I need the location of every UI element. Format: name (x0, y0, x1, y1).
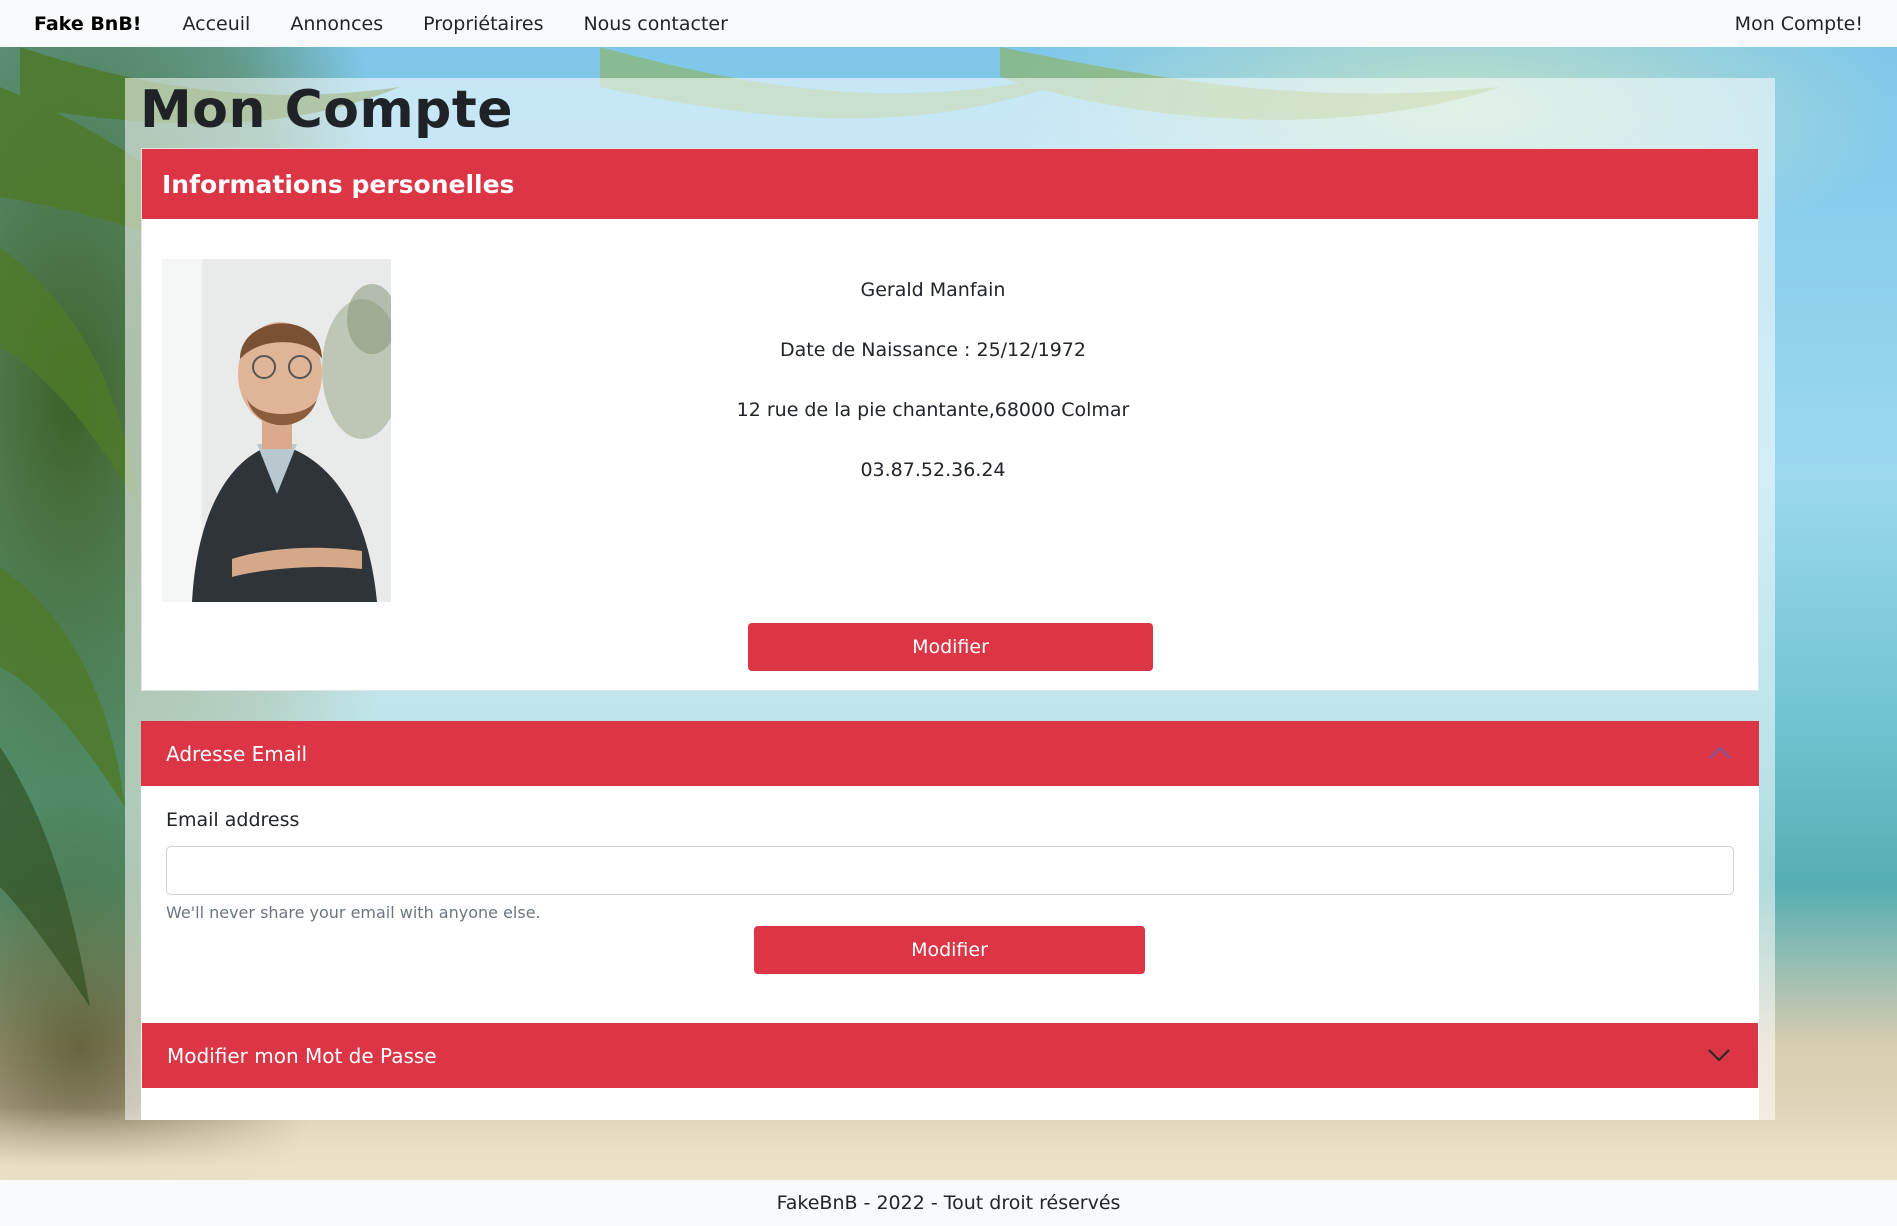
email-help-text: We'll never share your email with anyone… (166, 903, 541, 922)
accordion-header-password[interactable]: Modifier mon Mot de Passe (142, 1023, 1758, 1088)
email-section-title: Adresse Email (166, 741, 308, 766)
accordion-header-email[interactable]: Adresse Email (141, 721, 1759, 786)
email-label: Email address (166, 809, 300, 831)
footer: FakeBnB - 2022 - Tout droit réservés (0, 1180, 1897, 1226)
page-title: Mon Compte (140, 80, 514, 140)
profile-photo (162, 259, 391, 602)
nav-link-nous-contacter[interactable]: Nous contacter (583, 13, 727, 35)
chevron-up-icon (1709, 746, 1731, 759)
email-field[interactable] (166, 846, 1734, 895)
nav-link-mon-compte[interactable]: Mon Compte! (1735, 13, 1863, 35)
nav-link-annonces[interactable]: Annonces (290, 13, 383, 35)
avatar (162, 259, 391, 602)
footer-text: FakeBnB - 2022 - Tout droit réservés (776, 1192, 1121, 1214)
user-address: 12 rue de la pie chantante,68000 Colmar (736, 399, 1130, 421)
user-name: Gerald Manfain (860, 279, 1006, 301)
edit-email-button[interactable]: Modifier (754, 926, 1145, 974)
nav-link-proprietaires[interactable]: Propriétaires (423, 13, 543, 35)
brand-logo[interactable]: Fake BnB! (34, 13, 141, 35)
account-accordion: Adresse Email Email address We'll never … (141, 721, 1759, 1120)
password-section-title: Modifier mon Mot de Passe (167, 1043, 437, 1068)
personal-info-details: Gerald Manfain Date de Naissance : 25/12… (402, 279, 1464, 519)
chevron-down-icon (1708, 1049, 1730, 1062)
top-navbar: Fake BnB! Acceuil Annonces Propriétaires… (0, 0, 1897, 47)
user-phone: 03.87.52.36.24 (860, 459, 1006, 481)
nav-link-acceuil[interactable]: Acceuil (182, 13, 250, 35)
personal-info-card: Informations personelles Gerald Manfain (141, 148, 1759, 691)
user-birthdate: Date de Naissance : 25/12/1972 (780, 339, 1086, 361)
personal-info-header: Informations personelles (142, 149, 1758, 219)
edit-info-button[interactable]: Modifier (748, 623, 1153, 671)
main-container: Mon Compte Informations personelles Gera… (125, 78, 1775, 1120)
